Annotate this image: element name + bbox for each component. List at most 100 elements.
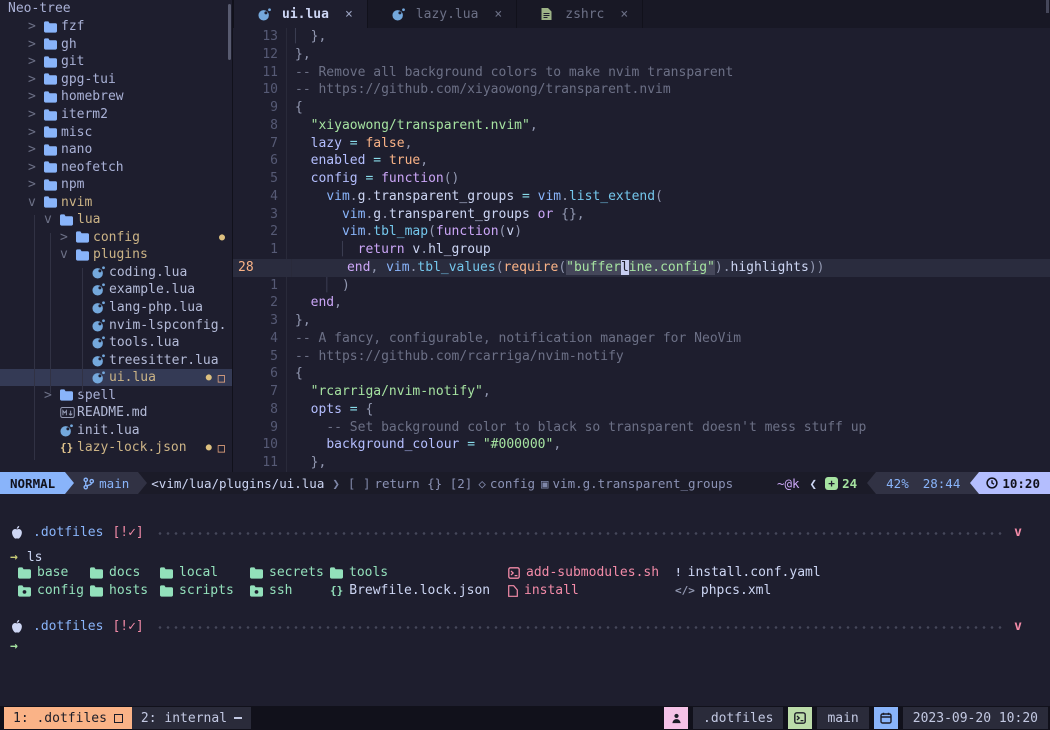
neotree-sidebar: Neo-tree >fzf>gh>git>gpg-tui>homebrew>it… [0, 0, 233, 472]
tab-ui.lua[interactable]: ui.lua× [233, 0, 368, 28]
tree-item-git[interactable]: >git [0, 53, 232, 71]
editor-scrollbar[interactable] [1046, 0, 1049, 13]
code-line: 3}, [233, 312, 1050, 330]
gutter-separator [286, 383, 295, 401]
tree-item-misc[interactable]: >misc [0, 123, 232, 141]
lua-file-icon [92, 354, 109, 367]
code-line: 1 ▏ return v.hl_group [233, 241, 1050, 259]
xml-icon: </> [675, 584, 695, 597]
code-text: -- https://github.com/xiyaowong/transpar… [295, 81, 671, 99]
folder-icon [44, 38, 61, 50]
tree-item-gh[interactable]: >gh [0, 36, 232, 54]
tree-item-nano[interactable]: >nano [0, 141, 232, 159]
tmux-window-1-dotfiles[interactable]: 1: .dotfiles [4, 707, 132, 729]
tree-indent-guide [82, 268, 83, 393]
sidebar-scrollbar[interactable] [228, 4, 231, 60]
folder-icon [90, 585, 103, 597]
powerline-separator [65, 472, 74, 494]
line-number: 7 [233, 135, 286, 153]
code-token: hl_group [428, 242, 491, 257]
code-line: 7 lazy = false, [233, 135, 1050, 153]
code-token: or [538, 207, 554, 222]
folder-icon [60, 389, 77, 401]
tree-item-label: plugins [93, 247, 148, 262]
line-number: 2 [233, 223, 286, 241]
code-token: = [350, 136, 358, 151]
code-token [295, 153, 311, 168]
code-token: ine.config" [629, 260, 715, 275]
file-entry-secrets: secrets [250, 565, 324, 580]
line-number: 4 [233, 330, 286, 348]
line-number: 12 [233, 46, 286, 64]
file-icon [508, 585, 518, 597]
tree-item-gpg-tui[interactable]: >gpg-tui [0, 71, 232, 89]
tree-item-fzf[interactable]: > fzf [0, 18, 232, 36]
code-line: 4-- A fancy, configurable, notification … [233, 330, 1050, 348]
command-input-line[interactable]: → [0, 639, 1050, 654]
folder-icon [44, 144, 61, 156]
tree-item-npm[interactable]: >npm [0, 176, 232, 194]
code-line: 5 config = function() [233, 170, 1050, 188]
tree-item-nvim[interactable]: vnvim [0, 193, 232, 211]
statusline: NORMAL main <vim/lua/plugins/ui.lua ❯ [ … [0, 472, 1050, 494]
code-text: "rcarriga/nvim-notify", [295, 383, 491, 401]
folder-icon [250, 585, 263, 597]
code-token [295, 136, 311, 151]
lua-file-icon [92, 371, 109, 384]
code-text: "xiyaowong/transparent.nvim", [295, 117, 538, 135]
file-entry-label: ssh [269, 583, 292, 598]
folder-icon [18, 567, 31, 579]
gutter-separator [286, 401, 295, 419]
line-number: 10 [233, 436, 286, 454]
chevron-right-icon: > [28, 125, 44, 140]
tree-item-neofetch[interactable]: >neofetch [0, 158, 232, 176]
powerline-separator [867, 472, 876, 494]
gutter-separator [286, 294, 295, 312]
tab-zshrc[interactable]: zshrc× [517, 0, 643, 28]
folder-icon [44, 21, 61, 33]
code-token: end [347, 260, 370, 275]
code-text: }, [295, 46, 311, 64]
tree-item-label: README.md [77, 405, 147, 420]
tmux-window-label: 1: .dotfiles [13, 711, 107, 726]
code-line: 1 ▏ ) [233, 277, 1050, 295]
tree-item-label: nvim-lspconfig. [109, 318, 226, 333]
line-number: 1 [233, 241, 286, 259]
code-token: config [311, 171, 358, 186]
close-icon[interactable]: × [494, 7, 502, 22]
code-token: { [295, 366, 303, 381]
line-number: 7 [233, 383, 286, 401]
code-text: config = function() [295, 170, 459, 188]
tree-item-iterm2[interactable]: >iterm2 [0, 106, 232, 124]
code-token [295, 384, 311, 399]
close-icon[interactable]: × [345, 7, 353, 22]
clock-icon [986, 477, 998, 489]
code-token: end [311, 295, 334, 310]
tmux-window-2-internal[interactable]: 2: internal [132, 707, 251, 729]
code-buffer[interactable]: 13▏ },12},11-- Remove all background col… [233, 28, 1050, 472]
file-entry-label: Brewfile.lock.json [349, 583, 490, 598]
code-token: lazy [311, 136, 342, 151]
code-token: { [295, 100, 303, 115]
code-token: "xiyaowong/transparent.nvim" [311, 118, 530, 133]
code-text: { [295, 365, 303, 383]
file-entry-install: install [508, 583, 579, 598]
file-entry-label: hosts [109, 583, 148, 598]
tree-item-label: fzf [61, 19, 84, 34]
folder-icon [250, 567, 263, 579]
code-line: 7 "rcarriga/nvim-notify", [233, 383, 1050, 401]
tree-item-homebrew[interactable]: >homebrew [0, 88, 232, 106]
prompt-git-status: [!✓] [103, 525, 143, 540]
close-icon[interactable]: × [620, 7, 628, 22]
tab-lazy.lua[interactable]: lazy.lua× [368, 0, 517, 28]
code-token: vim [538, 189, 561, 204]
code-token: . [561, 189, 569, 204]
code-token: require [504, 260, 559, 275]
file-entry-scripts: scripts [160, 583, 234, 598]
code-token: vim [326, 189, 349, 204]
code-text: -- Remove all background colors to make … [295, 64, 733, 82]
line-number: 5 [233, 170, 286, 188]
yaml-icon: ! [675, 566, 682, 579]
chevron-right-icon: > [28, 19, 44, 34]
tree-item-label: nano [61, 142, 92, 157]
